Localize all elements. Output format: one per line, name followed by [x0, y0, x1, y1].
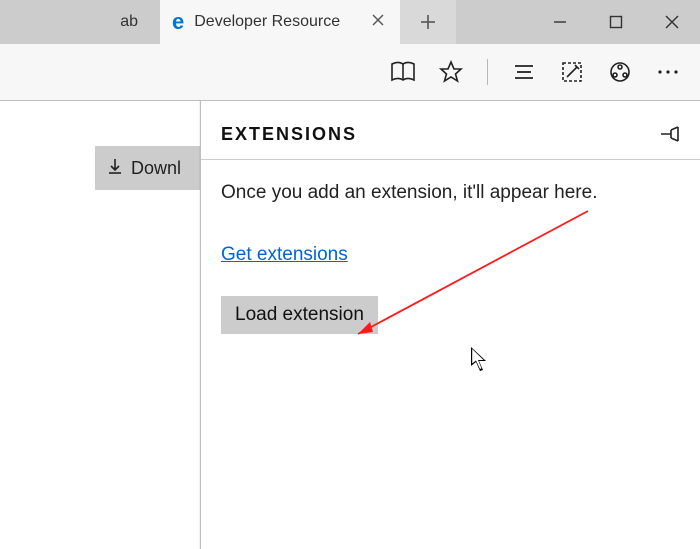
tab-active-title: Developer Resource [194, 13, 358, 31]
new-tab-button[interactable] [400, 0, 456, 44]
tab-close-icon[interactable] [368, 11, 388, 33]
share-icon[interactable] [608, 60, 632, 84]
download-icon [107, 158, 123, 179]
get-extensions-link[interactable]: Get extensions [221, 244, 348, 266]
panel-body: Once you add an extension, it'll appear … [201, 160, 700, 356]
maximize-button[interactable] [588, 0, 644, 44]
tab-strip: ab e Developer Resource [0, 0, 700, 44]
favorite-star-icon[interactable] [439, 60, 463, 84]
tab-inactive-title: ab [120, 13, 138, 31]
download-button[interactable]: Downl [95, 146, 205, 190]
toolbar [0, 44, 700, 100]
hub-icon[interactable] [512, 60, 536, 84]
extensions-panel: EXTENSIONS Once you add an extension, it… [200, 100, 700, 549]
download-label: Downl [131, 158, 181, 179]
tab-inactive[interactable]: ab [0, 0, 160, 44]
edge-icon: e [172, 11, 184, 33]
toolbar-separator [487, 59, 488, 85]
panel-message: Once you add an extension, it'll appear … [221, 182, 680, 204]
pin-icon[interactable] [658, 123, 680, 145]
tabstrip-spacer [456, 0, 532, 44]
reading-view-icon[interactable] [391, 60, 415, 84]
load-extension-button[interactable]: Load extension [221, 296, 378, 334]
minimize-button[interactable] [532, 0, 588, 44]
close-window-button[interactable] [644, 0, 700, 44]
panel-header: EXTENSIONS [201, 101, 700, 160]
more-icon[interactable] [656, 60, 680, 84]
panel-title: EXTENSIONS [221, 124, 357, 145]
tab-active[interactable]: e Developer Resource [160, 0, 400, 44]
notes-icon[interactable] [560, 60, 584, 84]
window-controls [532, 0, 700, 44]
